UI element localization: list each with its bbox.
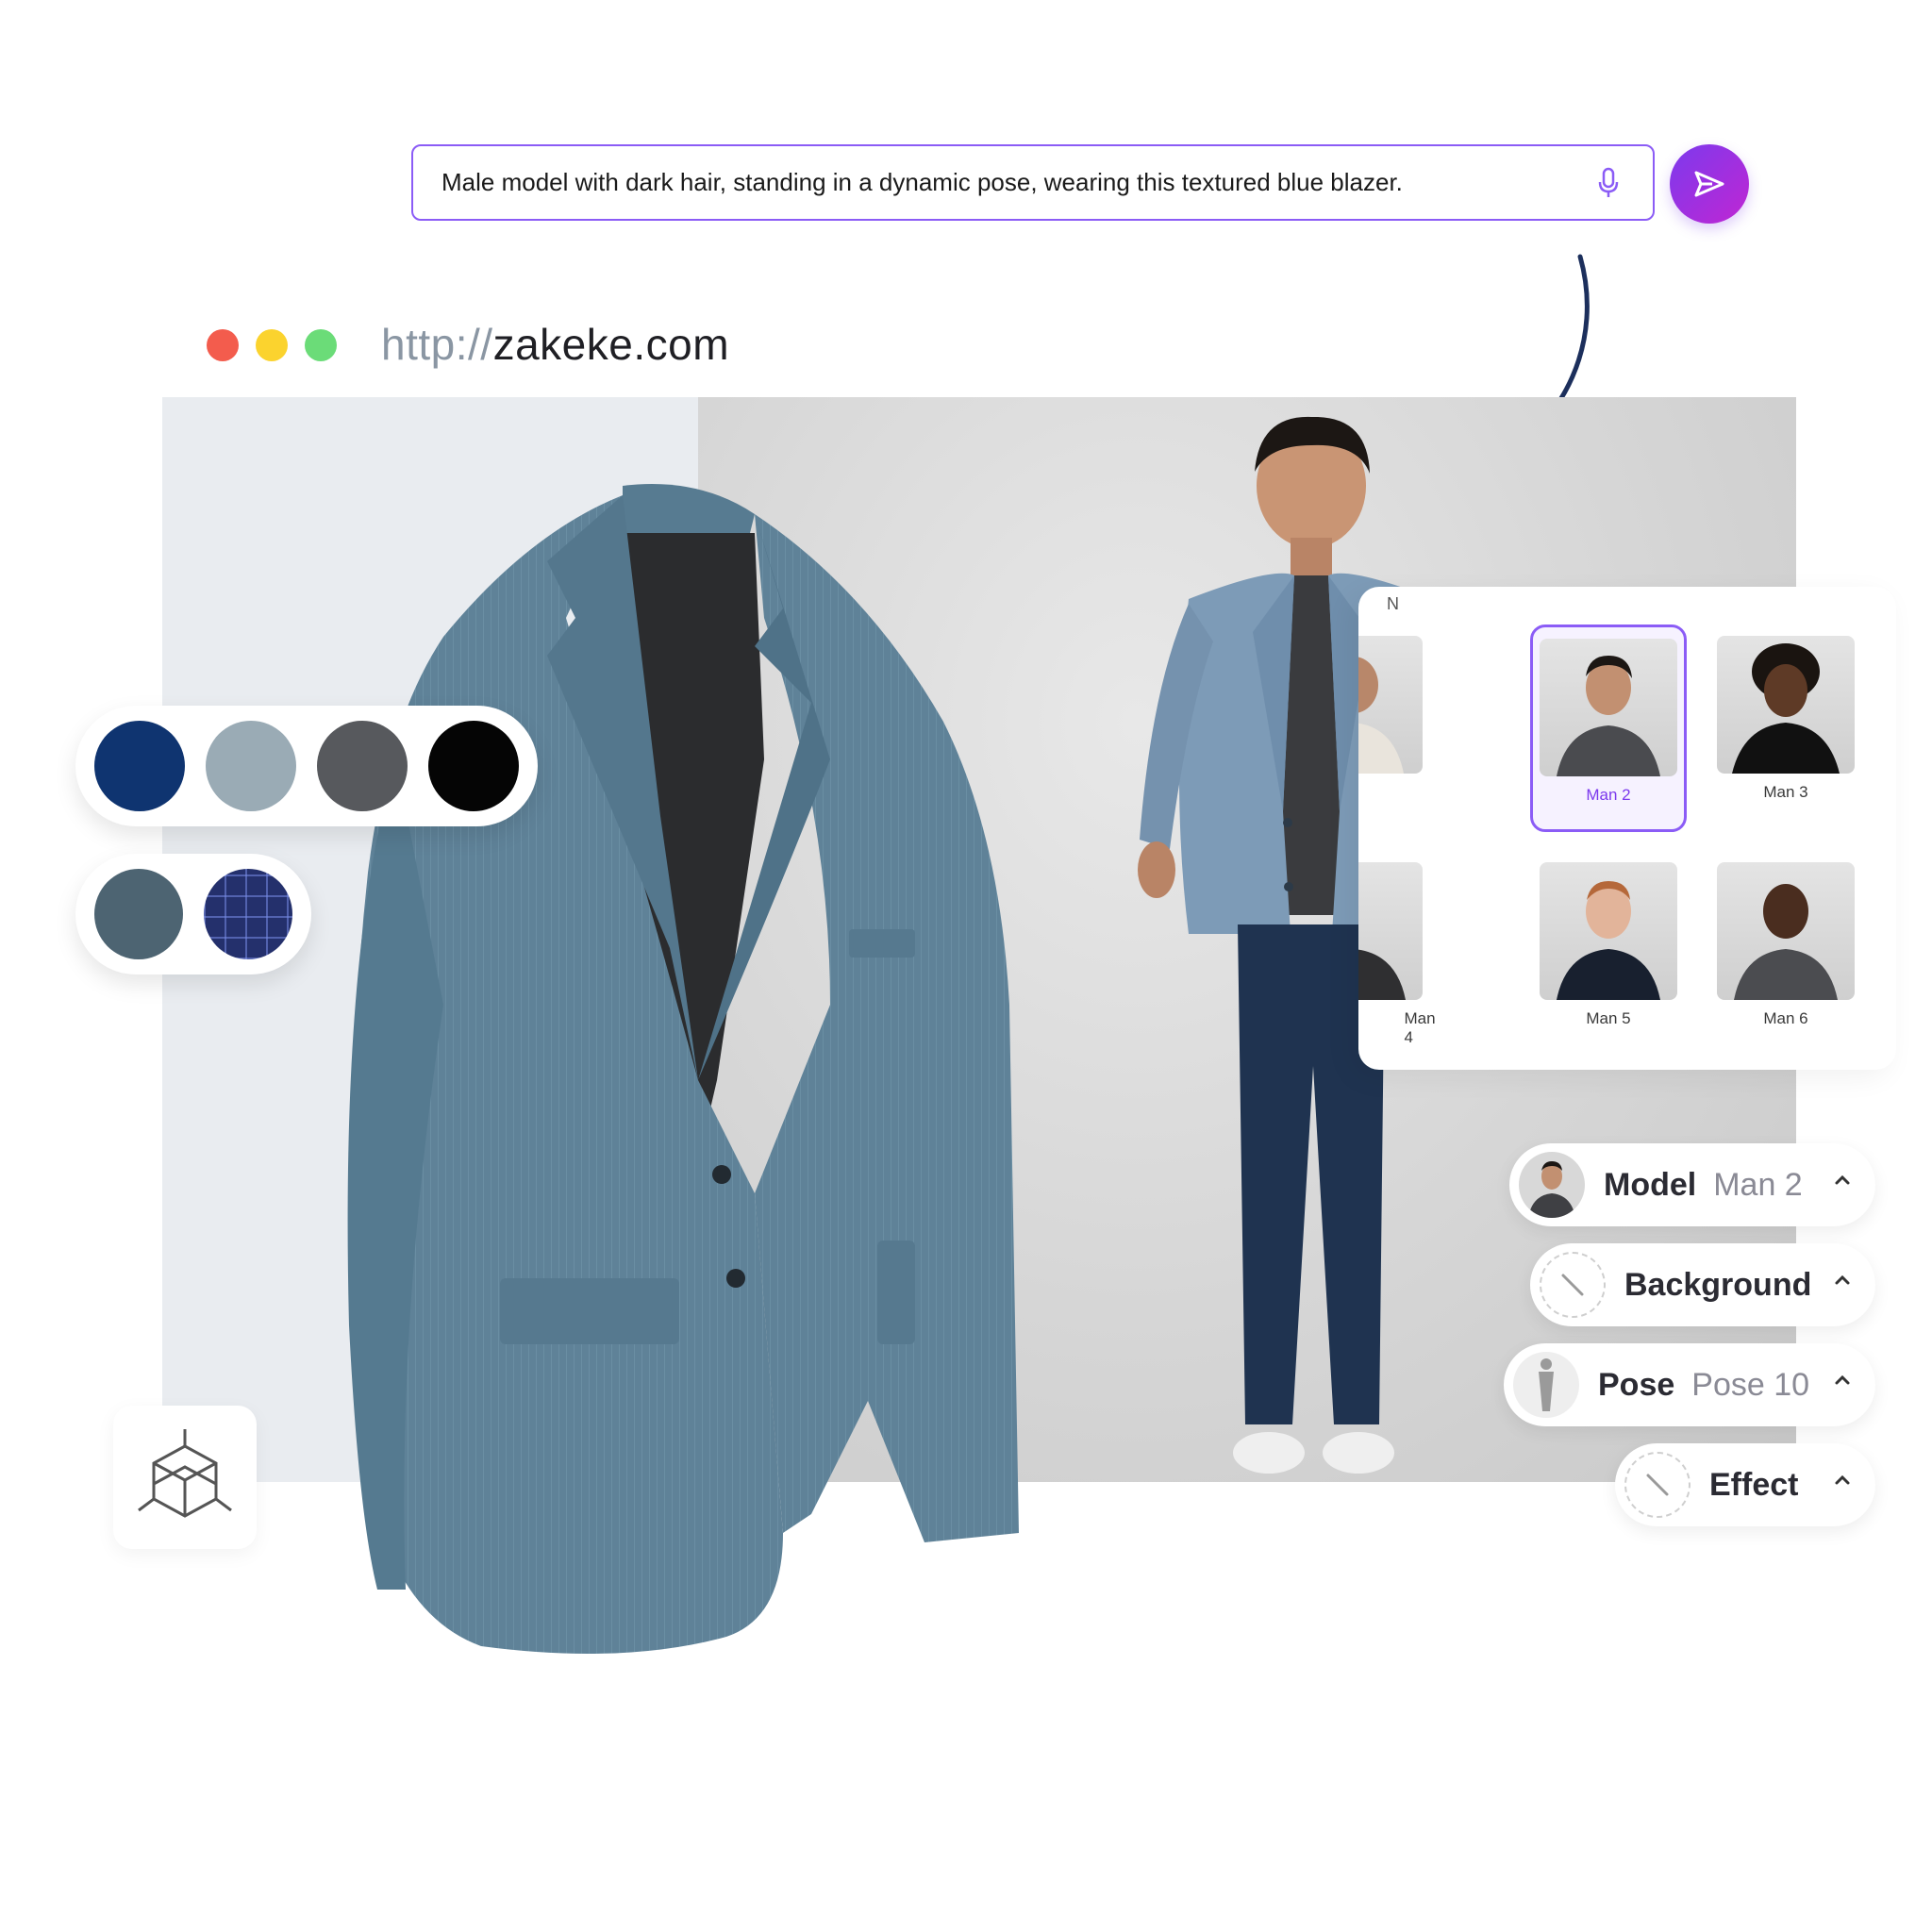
swatch-slate-texture[interactable] — [94, 869, 183, 959]
option-background[interactable]: Background — [1530, 1243, 1875, 1326]
model-thumb — [1540, 862, 1677, 1000]
chevron-up-icon[interactable] — [1832, 1170, 1853, 1191]
send-button[interactable] — [1670, 144, 1749, 224]
no-selection-icon — [1540, 1252, 1606, 1318]
option-label: Effect — [1709, 1466, 1799, 1503]
option-label: Background — [1624, 1266, 1812, 1303]
chevron-up-icon[interactable] — [1832, 1370, 1853, 1391]
model-tile-man-4[interactable]: Man 4 — [1358, 851, 1436, 1058]
model-picker-panel: N Man 2 Man 3 Man 4 Man 5 Man 6 — [1358, 587, 1896, 1070]
model-thumb — [1358, 862, 1423, 1000]
color-swatch-group-primary — [75, 706, 538, 826]
model-name-label: Man 2 — [1586, 786, 1631, 804]
prompt-input[interactable]: Male model with dark hair, standing in a… — [411, 144, 1655, 221]
send-icon — [1694, 171, 1724, 197]
3d-cube-icon — [138, 1429, 232, 1518]
option-value: Man 2 — [1713, 1166, 1803, 1203]
model-tile-man-2[interactable]: Man 2 — [1530, 625, 1687, 832]
pose-figure-icon — [1513, 1352, 1579, 1418]
model-name-label: Man 4 — [1404, 1009, 1436, 1046]
model-name-label: Man 3 — [1763, 783, 1808, 801]
model-tile-partial-top[interactable] — [1358, 625, 1432, 832]
url-scheme: http:// — [381, 320, 493, 369]
jacket-product-image — [347, 484, 1019, 1654]
chevron-up-icon[interactable] — [1832, 1470, 1853, 1491]
option-value: Pose 10 — [1691, 1366, 1810, 1403]
swatch-light-blue-grey[interactable] — [206, 721, 296, 811]
url-host: zakeke.com — [492, 320, 730, 369]
close-window-dot[interactable] — [207, 329, 239, 361]
address-bar[interactable]: http://zakeke.com — [381, 319, 729, 370]
swatch-navy-check[interactable] — [204, 869, 292, 959]
model-avatar — [1519, 1152, 1585, 1218]
model-tile-man-6[interactable]: Man 6 — [1707, 851, 1864, 1058]
swatch-charcoal[interactable] — [317, 721, 408, 811]
color-swatch-group-patterns — [75, 854, 311, 974]
swatch-black[interactable] — [428, 721, 519, 811]
prompt-text[interactable]: Male model with dark hair, standing in a… — [441, 168, 1592, 197]
picker-header-stub: N — [1387, 594, 1399, 613]
minimize-window-dot[interactable] — [256, 329, 288, 361]
no-selection-icon — [1624, 1452, 1690, 1518]
chevron-up-icon[interactable] — [1832, 1270, 1853, 1291]
option-pose[interactable]: Pose Pose 10 — [1504, 1343, 1875, 1426]
maximize-window-dot[interactable] — [305, 329, 337, 361]
option-model[interactable]: Model Man 2 — [1509, 1143, 1875, 1226]
model-name-label: Man 6 — [1763, 1009, 1808, 1027]
option-label: Pose — [1598, 1366, 1675, 1403]
option-label: Model — [1604, 1166, 1697, 1203]
model-thumb — [1717, 636, 1855, 774]
model-thumb — [1717, 862, 1855, 1000]
model-tile-man-5[interactable]: Man 5 — [1530, 851, 1687, 1058]
model-thumb — [1358, 636, 1423, 774]
option-effect[interactable]: Effect — [1615, 1443, 1875, 1526]
model-thumb — [1540, 639, 1677, 776]
swatch-navy[interactable] — [94, 721, 185, 811]
microphone-icon[interactable] — [1592, 164, 1624, 202]
model-name-label: Man 5 — [1586, 1009, 1631, 1027]
model-tile-man-3[interactable]: Man 3 — [1707, 625, 1864, 832]
3d-view-button[interactable] — [113, 1406, 257, 1549]
